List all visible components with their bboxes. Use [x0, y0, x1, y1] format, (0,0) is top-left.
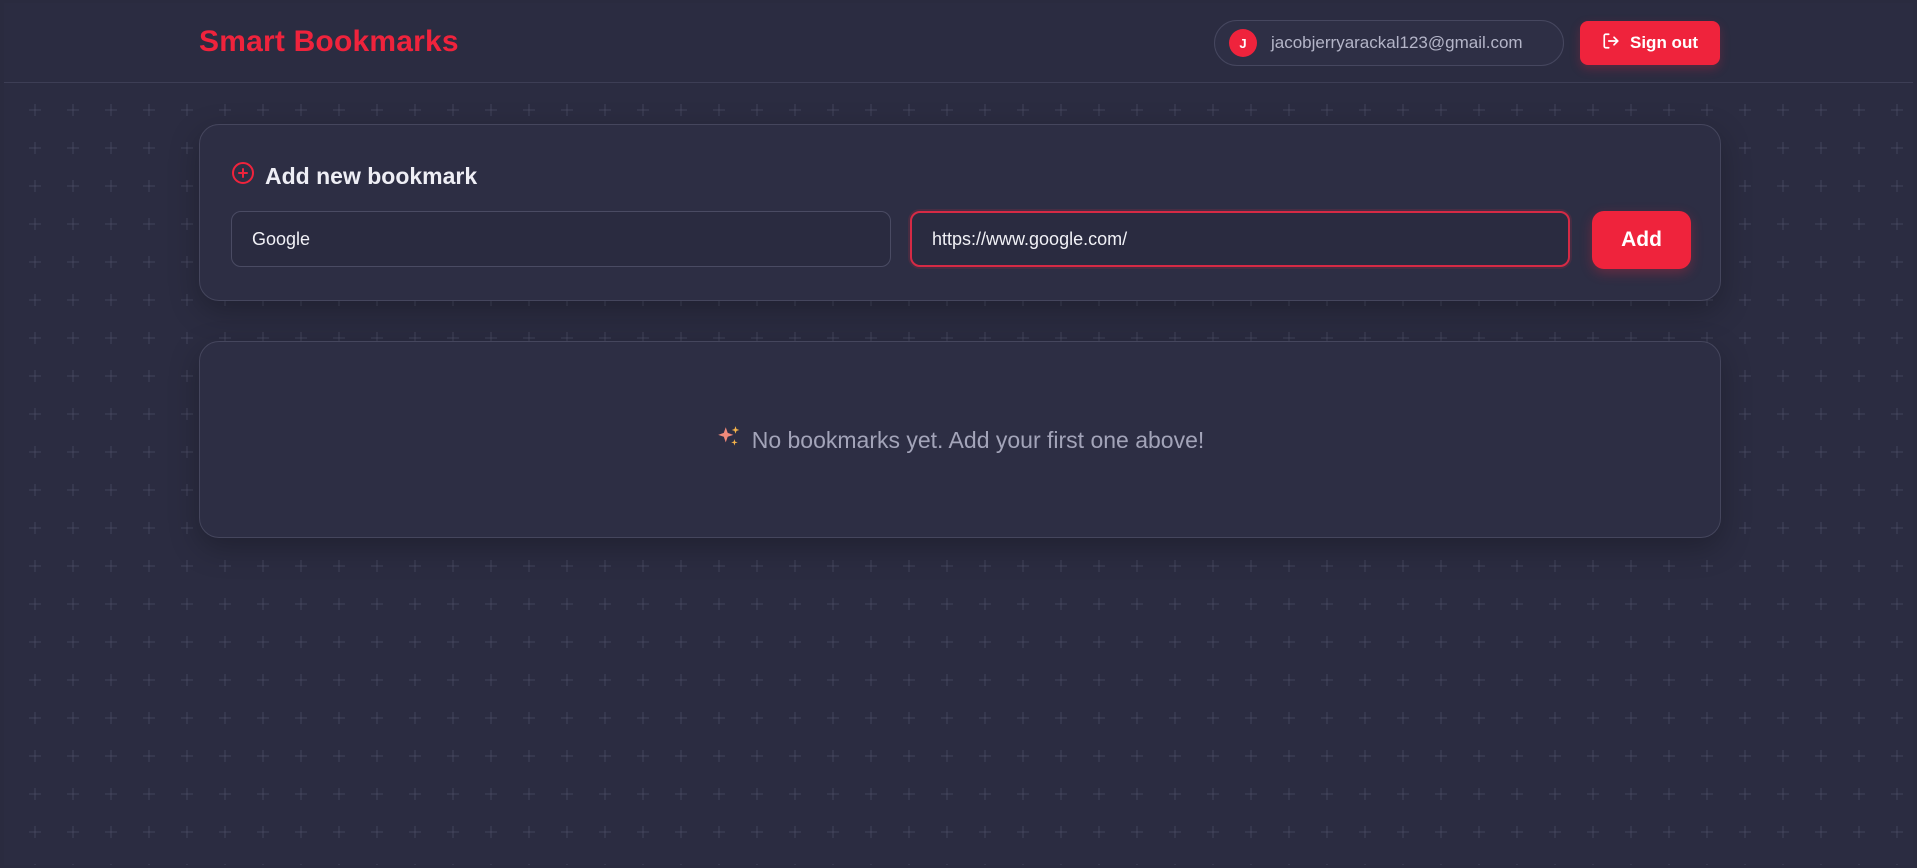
sign-out-button[interactable]: Sign out: [1580, 21, 1720, 65]
add-bookmark-title: Add new bookmark: [265, 162, 478, 189]
add-bookmark-button[interactable]: Add: [1592, 211, 1691, 269]
brand-title[interactable]: Smart Bookmarks: [199, 25, 459, 59]
top-bar: Smart Bookmarks J jacobjerryarackal123@g…: [4, 3, 1913, 83]
user-pill: J jacobjerryarackal123@gmail.com: [1214, 20, 1564, 66]
bookmark-url-input[interactable]: [910, 211, 1570, 267]
plus-circle-icon: [231, 161, 255, 191]
app-window: Smart Bookmarks J jacobjerryarackal123@g…: [4, 3, 1913, 865]
add-bookmark-heading: Add new bookmark: [231, 161, 477, 191]
bookmarks-list-card: No bookmarks yet. Add your first one abo…: [199, 341, 1721, 538]
sign-out-icon: [1602, 32, 1620, 55]
empty-state: No bookmarks yet. Add your first one abo…: [200, 424, 1720, 456]
sparkles-icon: [716, 424, 742, 456]
bookmark-name-input[interactable]: [231, 211, 891, 267]
user-email: jacobjerryarackal123@gmail.com: [1271, 33, 1523, 52]
empty-state-message: No bookmarks yet. Add your first one abo…: [751, 426, 1205, 453]
sign-out-label: Sign out: [1630, 33, 1698, 52]
avatar: J: [1229, 29, 1257, 57]
add-bookmark-card: Add new bookmark Add: [199, 124, 1721, 301]
